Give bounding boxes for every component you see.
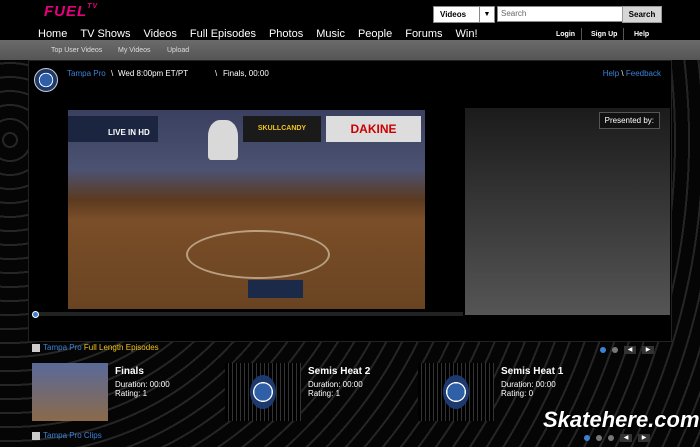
subnav-my-videos[interactable]: My Videos	[118, 47, 151, 54]
watermark: Skatehere.com	[543, 407, 700, 432]
next-arrow-icon[interactable]: ▶	[638, 434, 650, 442]
section-label[interactable]: Clips	[84, 431, 102, 440]
rss-icon[interactable]	[32, 431, 40, 440]
signup-link[interactable]: Sign Up	[591, 31, 617, 38]
carousel-dot[interactable]	[608, 435, 614, 441]
divider	[581, 28, 582, 40]
tampa-pro-badge-icon	[34, 68, 58, 92]
airtime-text: Wed 8:00pm ET/PT	[118, 69, 189, 78]
show-link[interactable]: Tampa Pro	[67, 69, 106, 78]
feedback-link[interactable]: Feedback	[626, 69, 661, 78]
video-stage[interactable]: SKULLCANDY DAKINE LIVE IN HD	[33, 108, 463, 312]
prev-arrow-icon[interactable]: ◀	[624, 346, 636, 354]
episode-thumbnail[interactable]	[225, 363, 301, 421]
player-help-link[interactable]: Help	[603, 69, 619, 78]
episode-rating: Rating: 1	[308, 389, 341, 398]
search-button[interactable]: Search	[622, 6, 662, 23]
subnav-upload[interactable]: Upload	[167, 47, 189, 54]
chevron-down-icon: ▼	[479, 7, 494, 22]
ramp-sign	[248, 280, 303, 298]
video-player: Tampa Pro \ Wed 8:00pm ET/PT \ Finals, 0…	[28, 60, 672, 342]
tampa-pro-badge-icon	[250, 375, 276, 409]
skater-figure	[208, 120, 238, 160]
carousel-controls: ◀ ▶	[584, 434, 650, 442]
episode-thumbnail[interactable]	[418, 363, 494, 421]
nav-music[interactable]: Music	[316, 28, 345, 40]
login-link[interactable]: Login	[556, 31, 575, 38]
episodes-section-title: Tampa Pro Full Length Episodes	[32, 343, 159, 352]
clips-section-title: Tampa Pro Clips	[32, 431, 102, 440]
carousel-dot[interactable]	[596, 435, 602, 441]
skullcandy-banner: SKULLCANDY	[243, 116, 321, 142]
next-arrow-icon[interactable]: ▶	[642, 346, 654, 354]
nav-win[interactable]: Win!	[456, 28, 478, 40]
sponsor-panel: Presented by:	[465, 108, 670, 315]
top-bar: FUELTV Home TV Shows Videos Full Episode…	[0, 0, 700, 40]
help-link[interactable]: Help	[634, 31, 649, 38]
live-in-hd-label: LIVE IN HD	[108, 128, 150, 137]
nav-full-episodes[interactable]: Full Episodes	[190, 28, 256, 40]
video-frame[interactable]: SKULLCANDY DAKINE LIVE IN HD	[68, 110, 425, 309]
progress-handle[interactable]	[32, 311, 39, 318]
nav-people[interactable]: People	[358, 28, 392, 40]
nav-home[interactable]: Home	[38, 28, 67, 40]
episode-title[interactable]: Semis Heat 1	[501, 366, 563, 377]
crumb-separator: \	[621, 69, 624, 78]
presented-by-label: Presented by:	[598, 112, 660, 129]
search-scope-select[interactable]: Videos ▼	[433, 6, 495, 23]
subnav-top-user-videos[interactable]: Top User Videos	[51, 47, 102, 54]
show-link[interactable]: Tampa Pro	[43, 431, 82, 440]
nav-tv-shows[interactable]: TV Shows	[80, 28, 130, 40]
nav-videos[interactable]: Videos	[143, 28, 176, 40]
red-bull-logo	[186, 230, 330, 279]
episode-card[interactable]: Finals Duration: 00:00 Rating: 1	[32, 363, 212, 423]
fuel-tv-logo[interactable]: FUELTV	[44, 3, 98, 20]
nav-forums[interactable]: Forums	[405, 28, 442, 40]
carousel-dot[interactable]	[612, 347, 618, 353]
video-progress-bar[interactable]	[32, 311, 463, 318]
episode-text: Finals, 00:00	[223, 69, 269, 78]
main-nav: Home TV Shows Videos Full Episodes Photo…	[38, 28, 491, 40]
nav-photos[interactable]: Photos	[269, 28, 303, 40]
episode-title[interactable]: Finals	[115, 366, 144, 377]
player-help-links: Help \ Feedback	[603, 69, 661, 78]
crumb-separator: \	[215, 69, 218, 78]
episode-title[interactable]: Semis Heat 2	[308, 366, 370, 377]
carousel-dot[interactable]	[600, 347, 606, 353]
search-input[interactable]: Search	[497, 6, 623, 22]
prev-arrow-icon[interactable]: ◀	[620, 434, 632, 442]
crumb-separator: \	[111, 69, 114, 78]
sub-nav: Top User Videos My Videos Upload	[0, 40, 700, 60]
episode-rating: Rating: 1	[115, 389, 148, 398]
divider	[623, 28, 624, 40]
carousel-controls: ◀ ▶	[600, 346, 654, 354]
carousel-dot[interactable]	[584, 435, 590, 441]
episode-rating: Rating: 0	[501, 389, 534, 398]
section-label: Full Length Episodes	[83, 343, 159, 352]
dakine-banner: DAKINE	[326, 116, 421, 142]
rss-icon[interactable]	[32, 343, 40, 352]
episode-thumbnail[interactable]	[32, 363, 108, 421]
episode-duration: Duration: 00:00	[501, 380, 556, 389]
episode-duration: Duration: 00:00	[115, 380, 170, 389]
show-link[interactable]: Tampa Pro	[43, 343, 82, 352]
episode-duration: Duration: 00:00	[308, 380, 363, 389]
tampa-pro-badge-icon	[443, 375, 469, 409]
episode-card[interactable]: Semis Heat 2 Duration: 00:00 Rating: 1	[225, 363, 405, 423]
player-header: Tampa Pro \ Wed 8:00pm ET/PT \ Finals, 0…	[29, 61, 671, 106]
